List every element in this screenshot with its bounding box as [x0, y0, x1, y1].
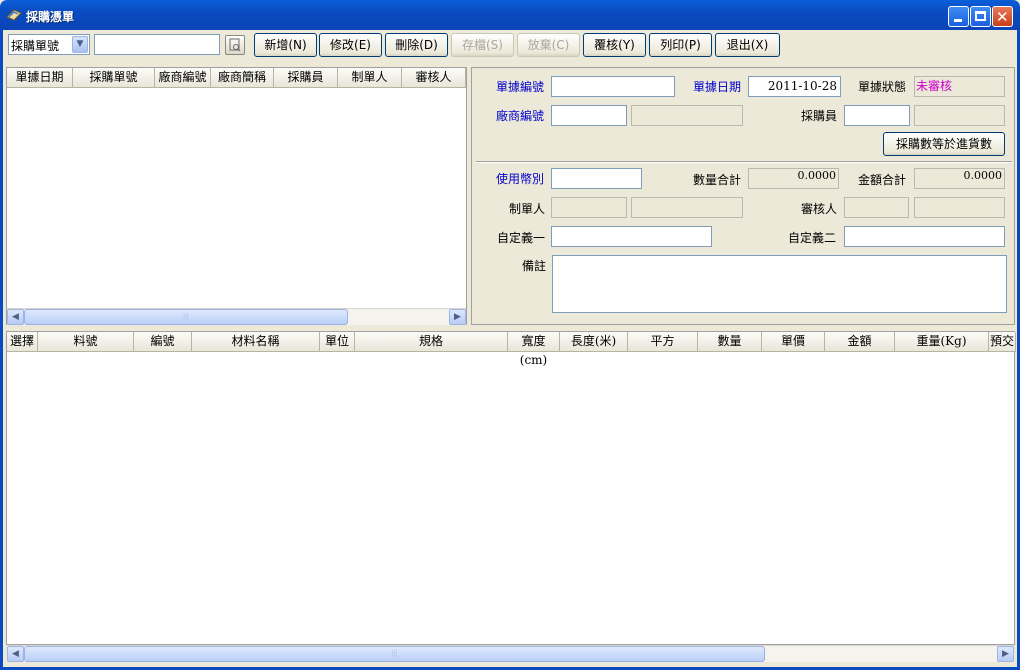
app-icon — [6, 8, 22, 22]
auditor-field — [844, 197, 909, 218]
vendor-no-label: 廠商編號 — [496, 109, 545, 123]
scroll-right-icon[interactable]: ▶ — [449, 309, 466, 325]
doc-date-value: 2011-10-28 — [767, 79, 837, 93]
detail-grid-column-header[interactable]: 平方 — [628, 332, 698, 352]
scroll-left-icon[interactable]: ◀ — [7, 309, 24, 325]
qty-total-label: 數量合計 — [693, 173, 742, 187]
order-list-column-header[interactable]: 單據日期 — [7, 68, 73, 88]
detail-grid-column-header[interactable]: 長度(米) — [560, 332, 628, 352]
search-input[interactable] — [94, 34, 220, 55]
add-button[interactable]: 新增(N) — [254, 33, 317, 57]
edit-button[interactable]: 修改(E) — [319, 33, 382, 57]
buyer-input[interactable] — [844, 105, 910, 126]
auditor-name-field — [914, 197, 1005, 218]
order-list-column-header[interactable]: 採購單號 — [73, 68, 155, 88]
creator-field — [551, 197, 627, 218]
minimize-icon — [954, 19, 962, 22]
delete-button[interactable]: 刪除(D) — [385, 33, 448, 57]
detail-grid-column-header[interactable]: 料號 — [38, 332, 134, 352]
search-field-select[interactable]: 採購單號 ▼ — [8, 34, 90, 55]
detail-grid[interactable]: 選擇 料號 編號 材料名稱 單位 規格 寬度(cm) 長度(米) 平方 數量 單價 金額 重量(Kg) 預… — [6, 331, 1016, 645]
window-frame-left — [0, 30, 3, 670]
close-icon: ✕ — [996, 8, 1009, 26]
review-button[interactable]: 覆核(Y) — [583, 33, 646, 57]
doc-status-field: 未審核 — [914, 76, 1005, 97]
search-icon — [229, 38, 241, 52]
qty-total-value: 0.0000 — [797, 169, 837, 182]
order-list-column-header[interactable]: 廠商簡稱 — [211, 68, 274, 88]
order-list-column-header[interactable]: 採購員 — [274, 68, 338, 88]
doc-status-label: 單據狀態 — [858, 80, 907, 94]
exit-button[interactable]: 退出(X) — [715, 33, 780, 57]
custom1-input[interactable] — [551, 226, 712, 247]
scroll-right-icon[interactable]: ▶ — [997, 646, 1014, 662]
detail-grid-column-header[interactable]: 選擇 — [7, 332, 38, 352]
search-button[interactable] — [225, 35, 245, 55]
amount-total-value: 0.0000 — [963, 169, 1003, 182]
vendor-name-field — [631, 105, 743, 126]
purchase-equals-receipt-button[interactable]: 採購數等於進貨數 — [883, 132, 1005, 156]
currency-input[interactable] — [551, 168, 642, 189]
search-field-value: 採購單號 — [11, 39, 60, 53]
vendor-no-input[interactable] — [551, 105, 627, 126]
detail-grid-column-header[interactable]: 編號 — [134, 332, 192, 352]
detail-grid-column-header[interactable]: 寬度(cm) — [508, 332, 560, 367]
title-bar[interactable] — [0, 0, 1020, 30]
detail-grid-column-header[interactable]: 單位 — [320, 332, 355, 352]
order-list-column-header[interactable]: 制單人 — [338, 68, 402, 88]
custom2-label: 自定義二 — [788, 231, 837, 245]
chevron-down-icon[interactable]: ▼ — [72, 36, 88, 53]
scroll-thumb[interactable]: ⦙⦙⦙ — [24, 309, 348, 325]
remark-label: 備註 — [522, 259, 547, 273]
order-list-column-header[interactable]: 審核人 — [402, 68, 466, 88]
doc-date-label: 單據日期 — [693, 80, 742, 94]
doc-no-input[interactable] — [551, 76, 675, 97]
buyer-label: 採購員 — [801, 109, 838, 123]
window-title: 採購憑單 — [26, 10, 75, 24]
print-button[interactable]: 列印(P) — [649, 33, 712, 57]
amount-total-field: 0.0000 — [914, 168, 1005, 189]
scroll-thumb[interactable]: ⦙⦙⦙ — [24, 646, 765, 662]
form-divider — [476, 161, 1012, 163]
detail-grid-column-header[interactable]: 數量 — [698, 332, 762, 352]
detail-grid-column-header[interactable]: 金額 — [825, 332, 895, 352]
custom1-label: 自定義一 — [497, 231, 546, 245]
creator-name-field — [631, 197, 743, 218]
currency-label: 使用幣別 — [496, 172, 545, 186]
order-list-hscrollbar[interactable]: ◀ ⦙⦙⦙ ▶ — [7, 308, 466, 325]
save-button: 存檔(S) — [451, 33, 514, 57]
detail-grid-column-header[interactable]: 預交 — [989, 332, 1016, 352]
order-list-grid[interactable]: 單據日期 採購單號 廠商編號 廠商簡稱 採購員 制單人 審核人 — [7, 68, 466, 308]
qty-total-field: 0.0000 — [748, 168, 839, 189]
buyer-name-field — [914, 105, 1005, 126]
close-button[interactable]: ✕ — [992, 6, 1013, 27]
scroll-left-icon[interactable]: ◀ — [7, 646, 24, 662]
remark-textarea[interactable] — [552, 255, 1007, 313]
order-list-column-header[interactable]: 廠商編號 — [155, 68, 211, 88]
doc-date-input[interactable]: 2011-10-28 — [748, 76, 841, 97]
detail-grid-hscrollbar[interactable]: ◀ ⦙⦙⦙ ▶ — [7, 645, 1014, 662]
maximize-icon — [975, 11, 986, 21]
custom2-input[interactable] — [844, 226, 1005, 247]
detail-grid-column-header[interactable]: 重量(Kg) — [895, 332, 989, 352]
auditor-label: 審核人 — [801, 202, 838, 216]
detail-grid-column-header[interactable]: 規格 — [355, 332, 508, 352]
maximize-button[interactable] — [970, 6, 991, 27]
doc-no-label: 單據編號 — [496, 80, 545, 94]
doc-status-value: 未審核 — [916, 79, 953, 93]
cancel-button: 放棄(C) — [517, 33, 580, 57]
detail-grid-column-header[interactable]: 單價 — [762, 332, 825, 352]
amount-total-label: 金額合計 — [858, 173, 907, 187]
minimize-button[interactable] — [948, 6, 969, 27]
detail-grid-column-header[interactable]: 材料名稱 — [192, 332, 320, 352]
creator-label: 制單人 — [509, 202, 546, 216]
